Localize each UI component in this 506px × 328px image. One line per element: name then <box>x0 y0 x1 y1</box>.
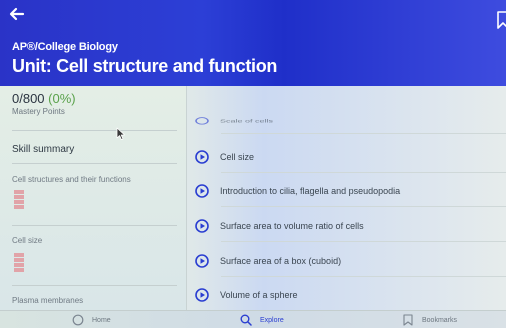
divider <box>12 285 177 286</box>
nav-label: Home <box>92 316 111 324</box>
list-item-label: Cell size <box>220 152 255 162</box>
divider <box>221 172 506 173</box>
bookmark-icon <box>403 314 413 326</box>
list-item[interactable]: Volume of a sphere <box>195 286 298 304</box>
list-item[interactable]: Cell size <box>195 148 254 166</box>
list-item-partial[interactable]: Scale of cells <box>195 117 273 125</box>
mastery-percent: (0%) <box>48 91 76 106</box>
list-item-label: Volume of a sphere <box>220 290 298 300</box>
search-icon <box>240 314 252 326</box>
mastery-points-count: 0/800 (0%) <box>12 91 76 106</box>
lesson-progress-bar <box>14 190 24 210</box>
list-item-label: Scale of cells <box>220 118 274 124</box>
lesson-item-cell-size[interactable]: Cell size <box>12 236 42 245</box>
course-title[interactable]: AP®/College Biology <box>12 41 118 53</box>
home-icon <box>72 314 84 326</box>
play-circle-icon <box>195 150 209 164</box>
divider <box>221 241 506 242</box>
mastery-count-value: 0/800 <box>12 91 45 106</box>
play-circle-icon <box>195 184 209 198</box>
nav-label: Explore <box>260 316 284 324</box>
play-circle-icon <box>195 254 209 268</box>
mastery-points-label: Mastery Points <box>12 107 65 116</box>
lesson-item-cell-structures[interactable]: Cell structures and their functions <box>12 175 131 184</box>
lesson-progress-bar <box>14 253 24 273</box>
list-item-label: Surface area of a box (cuboid) <box>220 256 342 266</box>
app-screen: AP®/College Biology Unit: Cell structure… <box>0 0 506 328</box>
divider <box>221 206 506 207</box>
divider <box>12 163 177 164</box>
unit-header: AP®/College Biology Unit: Cell structure… <box>0 0 506 86</box>
bottom-nav-bar: Home Explore Bookmarks <box>0 310 506 328</box>
divider <box>12 225 177 226</box>
play-circle-icon <box>195 288 209 302</box>
nav-label: Bookmarks <box>422 316 458 324</box>
play-circle-icon <box>195 219 209 233</box>
list-item-label: Introduction to cilia, flagella and pseu… <box>220 186 401 196</box>
list-item[interactable]: Surface area of a box (cuboid) <box>195 252 341 270</box>
list-item[interactable]: Introduction to cilia, flagella and pseu… <box>195 182 400 200</box>
mouse-cursor-icon <box>116 127 125 140</box>
unit-sidebar: 0/800 (0%) Mastery Points Skill summary … <box>0 86 187 310</box>
bookmark-icon[interactable] <box>497 11 506 29</box>
divider <box>221 133 506 134</box>
nav-bookmarks[interactable]: Bookmarks <box>402 314 457 326</box>
lesson-content-list: Scale of cells Cell size Introduction to… <box>187 86 506 310</box>
lesson-item-plasma-membranes[interactable]: Plasma membranes <box>12 296 83 305</box>
page-title: Unit: Cell structure and function <box>12 56 278 76</box>
divider <box>12 130 177 131</box>
play-circle-icon <box>195 117 209 125</box>
nav-explore[interactable]: Explore <box>240 314 284 326</box>
list-item-label: Surface area to volume ratio of cells <box>220 221 364 231</box>
divider <box>221 276 506 277</box>
list-item[interactable]: Surface area to volume ratio of cells <box>195 217 364 235</box>
arrow-left-icon[interactable] <box>8 5 26 23</box>
nav-home[interactable]: Home <box>72 314 111 326</box>
skill-summary-link[interactable]: Skill summary <box>12 144 74 155</box>
